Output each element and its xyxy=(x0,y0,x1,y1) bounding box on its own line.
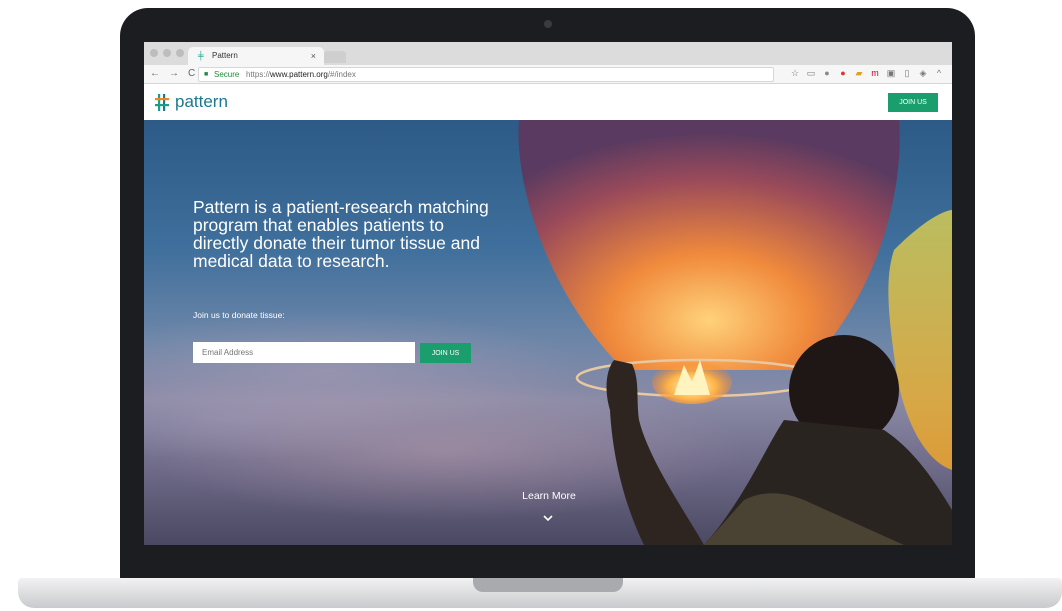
hero-join-button[interactable]: JOIN US xyxy=(420,343,471,363)
hero-section: Pattern is a patient-research matching p… xyxy=(144,120,952,545)
back-icon[interactable]: ← xyxy=(150,68,160,80)
browser-window: ╪ Pattern × ← → C ■ Secure https://www.p… xyxy=(144,42,952,545)
bookmark-star-icon[interactable]: ☆ xyxy=(790,68,800,79)
tab-pattern[interactable]: ╪ Pattern × xyxy=(188,47,324,65)
pattern-favicon-icon: ╪ xyxy=(198,51,204,60)
secure-label: Secure xyxy=(214,70,240,79)
block-icon[interactable]: ● xyxy=(838,68,848,79)
webcam xyxy=(544,20,552,28)
forward-icon[interactable]: → xyxy=(169,68,179,80)
url-path: /#/index xyxy=(327,70,356,79)
extension-dot-icon[interactable]: ● xyxy=(822,68,832,79)
square-extension-icon[interactable]: ▣ xyxy=(886,68,896,79)
pattern-logo[interactable]: pattern xyxy=(155,92,228,112)
folder-icon[interactable]: ▰ xyxy=(854,68,864,79)
nav-buttons: ← → C xyxy=(150,68,195,80)
minimize-window-dot[interactable] xyxy=(163,49,171,57)
hero-subtext: Join us to donate tissue: xyxy=(193,310,285,320)
laptop-notch xyxy=(473,578,623,592)
shield-extension-icon[interactable]: ◈ xyxy=(918,68,928,79)
lock-icon: ■ xyxy=(204,71,209,78)
tab-title: Pattern xyxy=(212,51,238,60)
page-extension-icon[interactable]: ▯ xyxy=(902,68,912,79)
url-host: www.pattern.org xyxy=(270,70,328,79)
pattern-logo-icon xyxy=(155,93,169,111)
header-join-button[interactable]: JOIN US xyxy=(888,93,938,112)
m-extension-icon[interactable]: m xyxy=(870,68,880,79)
close-window-dot[interactable] xyxy=(150,49,158,57)
hero-photo-lantern-boy xyxy=(518,120,952,545)
reload-icon[interactable]: C xyxy=(188,68,195,80)
new-tab-button[interactable] xyxy=(324,51,346,63)
url-field[interactable]: ■ Secure https://www.pattern.org/#/index xyxy=(198,67,774,82)
email-field[interactable] xyxy=(193,342,415,363)
chevron-down-icon[interactable] xyxy=(541,513,555,523)
address-bar-row: ← → C ■ Secure https://www.pattern.org/#… xyxy=(144,65,952,84)
learn-more-link[interactable]: Learn More xyxy=(514,490,584,502)
caret-up-icon[interactable]: ^ xyxy=(934,68,944,79)
window-controls xyxy=(150,49,184,57)
zoom-window-dot[interactable] xyxy=(176,49,184,57)
url-scheme: https:// xyxy=(246,70,271,79)
site-header: pattern JOIN US xyxy=(144,84,952,120)
tab-close-icon[interactable]: × xyxy=(311,51,316,61)
cast-icon[interactable]: ▭ xyxy=(806,68,816,79)
tab-bar: ╪ Pattern × xyxy=(144,42,952,65)
logo-wordmark: pattern xyxy=(175,92,228,111)
hero-headline: Pattern is a patient-research matching p… xyxy=(193,197,489,271)
url-text: https://www.pattern.org/#/index xyxy=(246,68,356,81)
extension-toolbar: ☆ ▭ ● ● ▰ m ▣ ▯ ◈ ^ xyxy=(790,68,944,79)
